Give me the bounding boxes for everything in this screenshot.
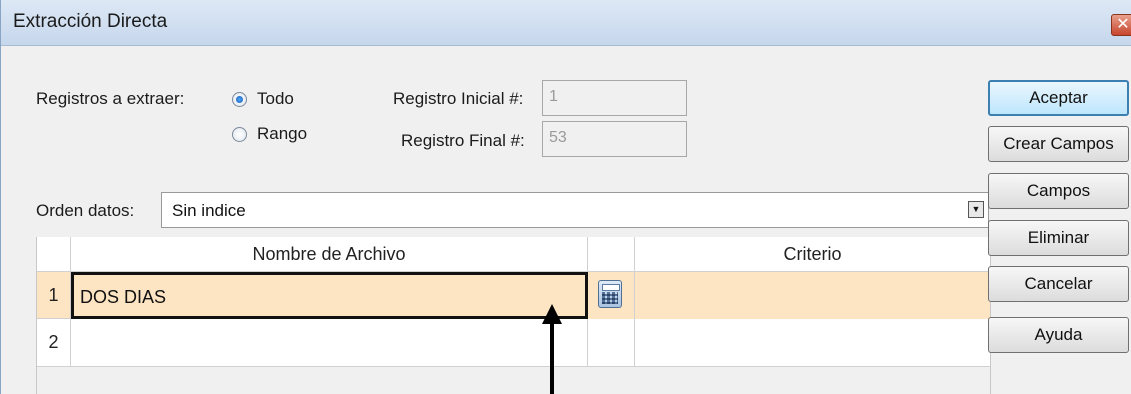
final-record-input[interactable]: 53 [542, 121, 687, 157]
title-bar: Extracción Directa ✕ [1, 0, 1131, 46]
column-header-criteria[interactable]: Criterio [635, 237, 990, 272]
final-record-label: Registro Final #: [401, 131, 525, 150]
icon-cell [588, 319, 635, 367]
column-header-icon [588, 237, 635, 272]
window-title: Extracción Directa [13, 11, 168, 32]
records-label: Registros a extraer: [36, 89, 185, 108]
close-icon: ✕ [1116, 16, 1130, 33]
filename-value: DOS DIAS [80, 287, 167, 307]
calculator-icon[interactable] [598, 280, 622, 308]
cancel-button[interactable]: Cancelar [988, 266, 1129, 302]
row-number: 2 [37, 319, 71, 367]
extraction-dialog: Extracción Directa ✕ Registros a extraer… [0, 0, 1131, 394]
delete-button[interactable]: Eliminar [988, 220, 1129, 256]
help-button[interactable]: Ayuda [988, 317, 1129, 353]
column-header-filename[interactable]: Nombre de Archivo [71, 237, 588, 272]
chevron-down-icon[interactable]: ▼ [968, 201, 984, 218]
close-button[interactable]: ✕ [1111, 14, 1131, 36]
fields-button[interactable]: Campos [988, 173, 1129, 209]
criteria-cell[interactable] [635, 319, 990, 367]
accept-button[interactable]: Aceptar [988, 80, 1129, 116]
annotation-arrow [550, 320, 554, 394]
order-label: Orden datos: [36, 201, 135, 220]
grid-corner [37, 237, 71, 272]
files-grid: Nombre de Archivo Criterio 1 DOS DIAS 2 [36, 237, 991, 394]
order-select[interactable]: Sin indice ▼ [161, 192, 989, 228]
radio-range-label[interactable]: Rango [257, 124, 307, 144]
filename-cell[interactable]: DOS DIAS [71, 272, 588, 319]
order-select-value: Sin indice [172, 201, 246, 220]
radio-all-label[interactable]: Todo [257, 89, 294, 109]
create-fields-button[interactable]: Crear Campos [988, 126, 1129, 162]
filename-cell[interactable] [71, 319, 588, 367]
initial-record-label: Registro Inicial #: [393, 89, 524, 108]
row-number: 1 [37, 272, 71, 319]
initial-record-input[interactable]: 1 [542, 80, 687, 116]
radio-all[interactable] [232, 92, 247, 107]
criteria-cell[interactable] [635, 272, 990, 319]
radio-range[interactable] [232, 127, 247, 142]
